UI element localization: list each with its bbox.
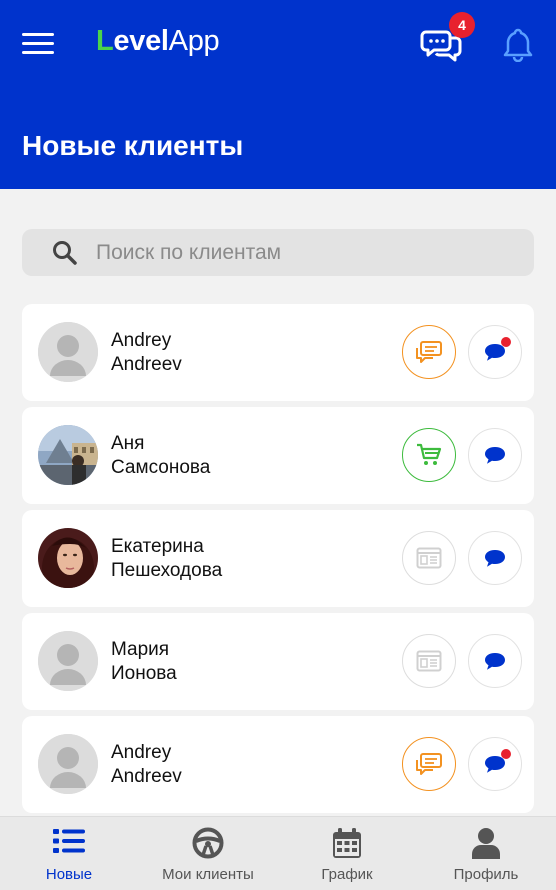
message-button[interactable]: [468, 737, 522, 791]
message-icon: [485, 447, 505, 464]
document-icon: [416, 650, 442, 672]
document-button[interactable]: [402, 634, 456, 688]
list-icon: [53, 829, 85, 853]
avatar-placeholder: [38, 631, 98, 691]
chat-bubbles-icon: [416, 341, 442, 363]
client-name: Аня Самсонова: [111, 433, 211, 478]
message-icon: [485, 550, 505, 567]
client-card[interactable]: Andrey Andreev: [22, 304, 534, 401]
client-name: Andrey Andreev: [111, 330, 182, 375]
chat-bubbles-button[interactable]: [402, 737, 456, 791]
chat-bubbles-icon: [416, 753, 442, 775]
steering-wheel-icon: [192, 827, 224, 859]
client-card[interactable]: Аня Самсонова: [22, 407, 534, 504]
nav-item-new[interactable]: Новые: [20, 817, 118, 890]
client-card[interactable]: Мария Ионова: [22, 613, 534, 710]
message-button[interactable]: [468, 634, 522, 688]
search-bar[interactable]: [22, 229, 534, 276]
client-name: Екатерина Пешеходова: [111, 536, 223, 581]
calendar-icon: [333, 828, 361, 858]
menu-icon[interactable]: [22, 31, 54, 55]
nav-item-schedule[interactable]: График: [298, 817, 396, 890]
chat-bubbles-button[interactable]: [402, 325, 456, 379]
message-icon: [485, 653, 505, 670]
avatar-placeholder: [38, 734, 98, 794]
unread-dot: [501, 749, 511, 759]
search-icon: [53, 241, 77, 265]
document-icon: [416, 547, 442, 569]
client-name: Andrey Andreev: [111, 742, 182, 787]
client-card[interactable]: Andrey Andreev: [22, 716, 534, 813]
app-logo: LevelApp: [96, 25, 220, 57]
document-button[interactable]: [402, 531, 456, 585]
client-card[interactable]: Екатерина Пешеходова: [22, 510, 534, 607]
app-header: LevelApp 4 Новые клиенты: [0, 0, 556, 189]
message-button[interactable]: [468, 428, 522, 482]
person-icon: [472, 828, 500, 859]
nav-label: Мои клиенты: [162, 866, 254, 883]
search-input[interactable]: [96, 229, 516, 276]
page-title: Новые клиенты: [22, 130, 244, 161]
bottom-nav: Новые Мои клиенты График Профиль: [0, 816, 556, 890]
avatar-placeholder: [38, 322, 98, 382]
cart-button[interactable]: [402, 428, 456, 482]
notification-badge: 4: [449, 12, 475, 38]
message-button[interactable]: [468, 531, 522, 585]
bell-icon[interactable]: [500, 26, 536, 63]
avatar-photo: [38, 528, 98, 588]
nav-label: Новые: [45, 866, 93, 883]
nav-label: Профиль: [453, 866, 519, 883]
nav-label: График: [321, 866, 373, 883]
unread-dot: [501, 337, 511, 347]
nav-item-my-clients[interactable]: Мои клиенты: [148, 817, 268, 890]
avatar-photo: [38, 425, 98, 485]
nav-item-profile[interactable]: Профиль: [436, 817, 536, 890]
client-name: Мария Ионова: [111, 639, 177, 684]
cart-icon: [417, 443, 442, 465]
message-button[interactable]: [468, 325, 522, 379]
